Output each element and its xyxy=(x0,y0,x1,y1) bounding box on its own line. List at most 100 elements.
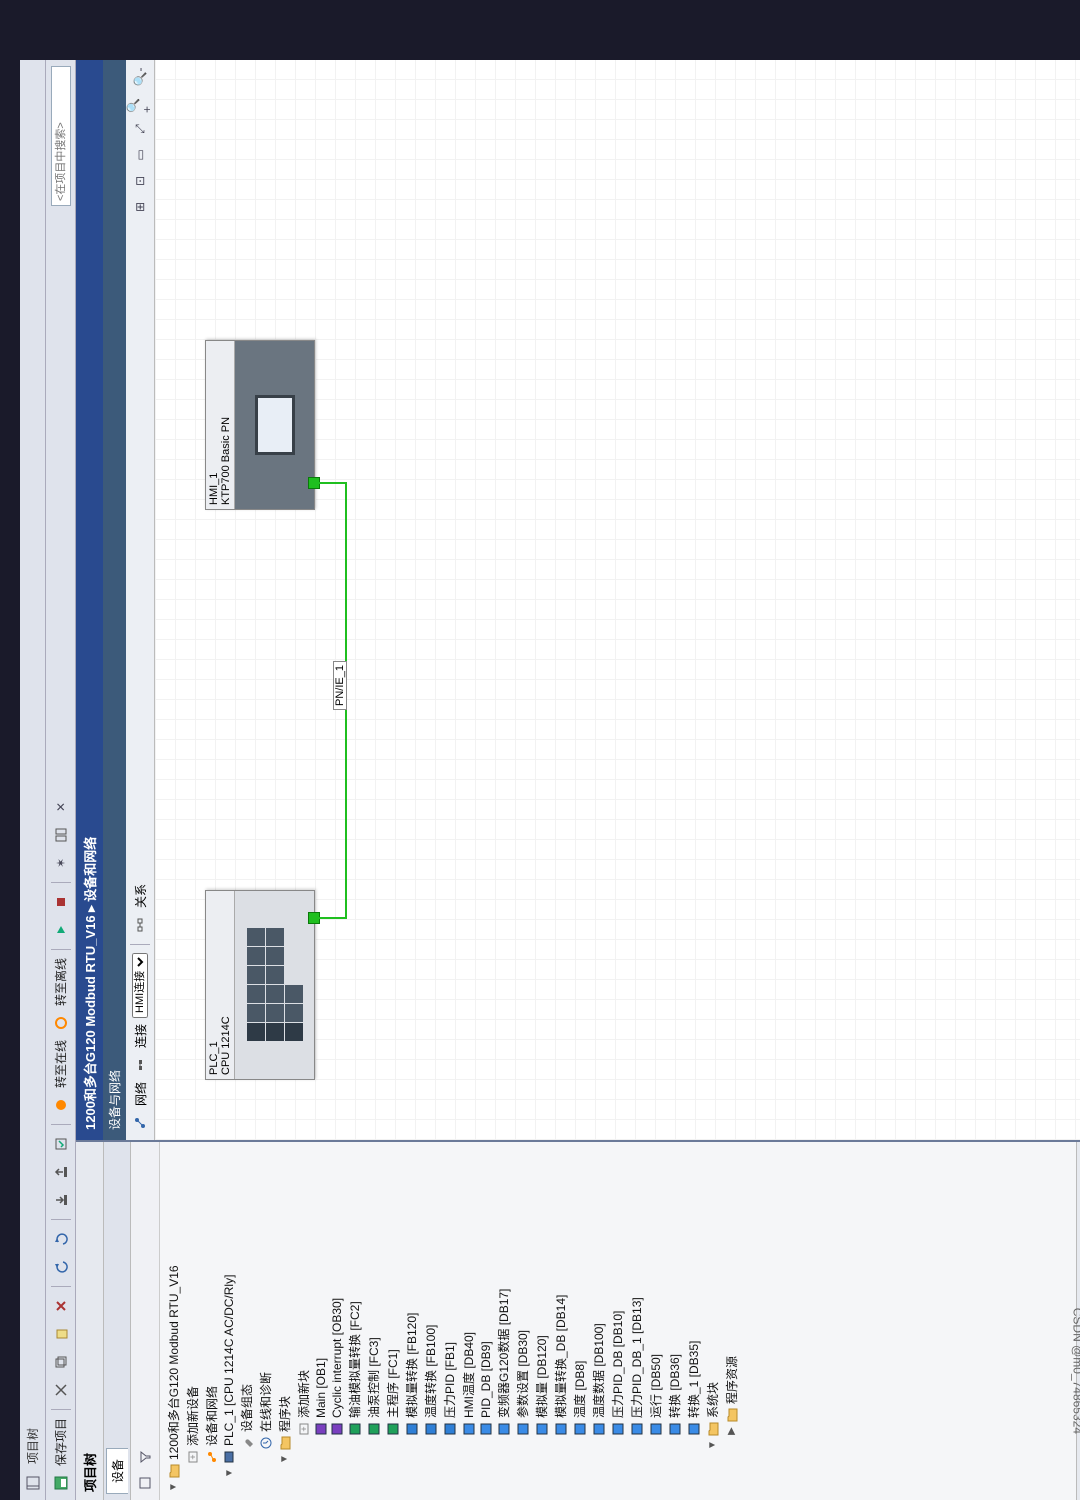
tree-filter-icon[interactable] xyxy=(134,1446,156,1468)
zoom-out-icon[interactable]: 🔍- xyxy=(129,66,151,88)
close-x-icon[interactable]: ✕ xyxy=(50,796,72,818)
tree-item-label: 模拟量转换 [FB120] xyxy=(403,1313,420,1418)
copy-icon[interactable] xyxy=(50,1351,72,1373)
tree-item[interactable]: ▶程序资源 xyxy=(722,1142,741,1500)
relations-button[interactable]: 关系 xyxy=(132,884,149,908)
cross-ref-icon[interactable]: ✶ xyxy=(50,852,72,874)
block-icon xyxy=(687,1422,701,1436)
tree-item-label: 运行 [DB50] xyxy=(647,1354,664,1418)
save-button[interactable]: 保存项目 xyxy=(52,1418,69,1466)
tree-item[interactable]: ▼系统块 xyxy=(703,1142,722,1500)
tree-item[interactable]: 温度数据 [DB100] xyxy=(589,1142,608,1500)
tree-item[interactable]: 温度 [DB8] xyxy=(570,1142,589,1500)
tree-item[interactable]: 油泵控制 [FC3] xyxy=(364,1142,383,1500)
tree-item[interactable]: 压力PID_DB [DB10] xyxy=(608,1142,627,1500)
start-cpu-icon[interactable] xyxy=(50,919,72,941)
go-offline-icon[interactable] xyxy=(50,1012,72,1034)
plc-type: CPU 1214C xyxy=(220,895,232,1075)
tree-item[interactable]: 变频器G120数据 [DB17] xyxy=(494,1142,513,1500)
tree-item[interactable]: 压力PID_DB_1 [DB13] xyxy=(627,1142,646,1500)
block-icon xyxy=(554,1422,568,1436)
go-online-button[interactable]: 转至在线 xyxy=(52,1040,69,1088)
device-plc[interactable]: PLC_1 CPU 1214C xyxy=(205,890,315,1080)
net-line[interactable] xyxy=(315,482,347,484)
tree-expand-icon[interactable] xyxy=(134,1472,156,1494)
plc-rack xyxy=(243,925,307,1046)
relations-icon[interactable] xyxy=(129,914,151,936)
tree-item[interactable]: 转换_1 [DB35] xyxy=(684,1142,703,1500)
tree-item[interactable]: 转换 [DB36] xyxy=(665,1142,684,1500)
connection-button[interactable]: 连接 xyxy=(132,1024,149,1048)
tree-item-label: 设备组态 xyxy=(238,1384,255,1432)
tree-item[interactable]: Cyclic interrupt [OB30] xyxy=(329,1142,345,1500)
tree-item[interactable]: 温度转换 [FB100] xyxy=(421,1142,440,1500)
tree-item[interactable]: 运行 [DB50] xyxy=(646,1142,665,1500)
device-view-icon[interactable]: ▭ xyxy=(129,144,151,166)
project-tree-toggle-icon[interactable] xyxy=(22,1472,44,1494)
program-resources-folder-icon xyxy=(725,1408,739,1422)
project-search-input[interactable] xyxy=(51,66,71,206)
tree-item[interactable]: 参数设置 [DB30] xyxy=(513,1142,532,1500)
upload-icon[interactable] xyxy=(50,1161,72,1183)
hmi-type: KTP700 Basic PN xyxy=(220,345,232,505)
download-icon[interactable] xyxy=(50,1189,72,1211)
tree-item[interactable]: 主程序 [FC1] xyxy=(383,1142,402,1500)
undo-icon[interactable] xyxy=(50,1256,72,1278)
tree-item[interactable]: 模拟量转换_DB [DB14] xyxy=(551,1142,570,1500)
redo-icon[interactable] xyxy=(50,1228,72,1250)
network-editor-panel: 1200和多台G120 Modbud RTU_V16 ▸ 设备和网络 设备与网络… xyxy=(76,60,1080,1140)
project-tree-label: 项目树 xyxy=(24,1428,41,1464)
tab-devices[interactable]: 设备 xyxy=(106,1448,128,1494)
block-icon xyxy=(479,1422,493,1436)
tree-item[interactable]: +添加新块 xyxy=(294,1142,313,1500)
go-offline-button[interactable]: 转至离线 xyxy=(52,958,69,1006)
block-icon xyxy=(314,1422,328,1436)
caret-icon: ▼ xyxy=(168,1482,179,1492)
tree-item-label: Main [OB1] xyxy=(314,1358,328,1418)
network-icon[interactable] xyxy=(129,1112,151,1134)
zoom-in-icon[interactable]: 🔍+ xyxy=(129,92,151,114)
tree-item[interactable]: ▼程序块 xyxy=(275,1142,294,1500)
network-button[interactable]: 网络 xyxy=(132,1082,149,1106)
watermark: CSDN @m0_74865324 xyxy=(1070,1308,1080,1434)
block-icon xyxy=(386,1422,400,1436)
topology-view-icon[interactable]: ⊞ xyxy=(129,196,151,218)
tree-item[interactable]: 设备和网络 xyxy=(202,1142,221,1500)
compile-icon[interactable] xyxy=(50,1133,72,1155)
tree-item[interactable]: 模拟量转换 [FB120] xyxy=(402,1142,421,1500)
tree-item[interactable]: ▼1200和多台G120 Modbud RTU_V16 xyxy=(164,1142,183,1500)
tree-item[interactable]: Main [OB1] xyxy=(313,1142,329,1500)
tree-item[interactable]: 压力PID [FB1] xyxy=(440,1142,459,1500)
zoom-fit-icon[interactable]: ⤢ xyxy=(129,118,151,140)
connection-icon[interactable] xyxy=(129,1054,151,1076)
block-icon xyxy=(462,1422,476,1436)
paste-icon[interactable] xyxy=(50,1323,72,1345)
tree-item-label: HMI温度 [DB40] xyxy=(460,1332,477,1418)
tree-item[interactable]: 输油模拟量转换 [FC2] xyxy=(345,1142,364,1500)
tree-item[interactable]: HMI温度 [DB40] xyxy=(459,1142,478,1500)
stop-cpu-icon[interactable] xyxy=(50,891,72,913)
cut-icon[interactable] xyxy=(50,1379,72,1401)
connection-type-select[interactable]: HMI连接 xyxy=(132,953,148,1018)
tree-scroll[interactable]: ▼1200和多台G120 Modbud RTU_V16+添加新设备设备和网络▼P… xyxy=(160,1142,1076,1500)
tree-item[interactable]: ▼PLC_1 [CPU 1214C AC/DC/Rly] xyxy=(221,1142,237,1500)
tree-item[interactable]: PID_DB [DB9] xyxy=(478,1142,494,1500)
device-hmi[interactable]: HMI_1 KTP700 Basic PN xyxy=(205,340,315,510)
online-diag-icon xyxy=(259,1436,273,1450)
tree-item[interactable]: +添加新设备 xyxy=(183,1142,202,1500)
network-canvas[interactable]: PLC_1 CPU 1214C xyxy=(155,60,1080,1140)
caret-icon: ▼ xyxy=(279,1454,290,1464)
split-icon[interactable] xyxy=(50,824,72,846)
save-icon[interactable] xyxy=(50,1472,72,1494)
go-online-icon[interactable] xyxy=(50,1094,72,1116)
tree-item-label: 主程序 [FC1] xyxy=(384,1349,401,1418)
block-icon xyxy=(405,1422,419,1436)
tree-item[interactable]: 模拟量 [DB120] xyxy=(532,1142,551,1500)
network-view-icon[interactable]: ⊡ xyxy=(129,170,151,192)
tree-item[interactable]: 设备组态 xyxy=(237,1142,256,1500)
delete-icon[interactable] xyxy=(50,1295,72,1317)
block-icon xyxy=(443,1422,457,1436)
net-line[interactable] xyxy=(315,917,345,919)
network-label[interactable]: PN/IE_1 xyxy=(333,661,347,710)
tree-item[interactable]: 在线和诊断 xyxy=(256,1142,275,1500)
